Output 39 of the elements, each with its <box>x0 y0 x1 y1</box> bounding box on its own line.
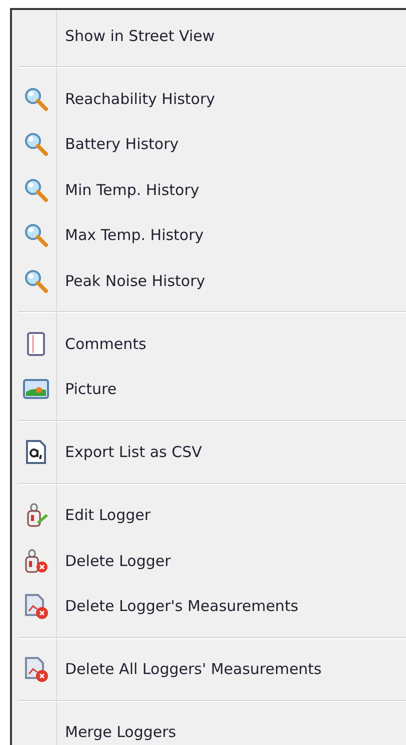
logger-delete-icon <box>23 548 49 574</box>
menu-item[interactable]: Delete Logger's Measurements <box>12 584 406 629</box>
menu-item[interactable]: Export List as CSV <box>12 430 406 475</box>
menu-item[interactable]: Delete Logger <box>12 538 406 584</box>
menu-item-label: Picture <box>65 379 117 400</box>
document-delete-icon <box>22 655 50 684</box>
menu-item-label: Min Temp. History <box>65 180 200 200</box>
magnifier-icon <box>23 222 49 248</box>
menu-item[interactable]: Comments <box>12 321 406 366</box>
magnifier-icon <box>23 176 49 203</box>
menu-item[interactable]: Edit Logger <box>12 492 406 538</box>
magnifier-icon <box>23 131 49 158</box>
menu-item[interactable]: Battery History <box>12 122 406 167</box>
menu-item[interactable]: Delete All Loggers' Measurements <box>12 646 406 692</box>
menu-item-label: Delete Logger's Measurements <box>65 596 298 617</box>
menu-item[interactable]: Min Temp. History <box>12 167 406 212</box>
menu-item-label: Battery History <box>65 134 179 155</box>
menu-item-label: Max Temp. History <box>65 225 204 246</box>
magnifier-icon <box>23 268 49 294</box>
document-icon <box>24 439 48 466</box>
menu-item[interactable]: Max Temp. History <box>12 212 406 258</box>
menu-item[interactable]: Merge Loggers <box>12 710 406 745</box>
menu-item-label: Delete All Loggers' Measurements <box>65 659 322 680</box>
menu-item-label: Show in Street View <box>65 26 215 46</box>
menu-item-label: Reachability History <box>65 88 216 110</box>
menu-item[interactable]: Picture <box>12 366 406 412</box>
menu-item-label: Merge Loggers <box>65 722 176 743</box>
menu-item-label: Peak Noise History <box>65 270 206 292</box>
menu-item-label: Comments <box>65 334 146 354</box>
notepad-icon <box>25 330 47 357</box>
magnifier-icon <box>23 86 49 112</box>
menu-item[interactable]: Peak Noise History <box>12 258 406 304</box>
menu-item-label: Edit Logger <box>65 505 151 526</box>
document-delete-icon <box>22 592 50 620</box>
menu-item-label: Delete Logger <box>65 550 171 572</box>
menu-item-label: Export List as CSV <box>65 442 202 463</box>
picture-icon <box>23 378 49 400</box>
menu-item[interactable]: Show in Street View <box>12 13 406 58</box>
menu-item[interactable]: Reachability History <box>12 76 406 122</box>
